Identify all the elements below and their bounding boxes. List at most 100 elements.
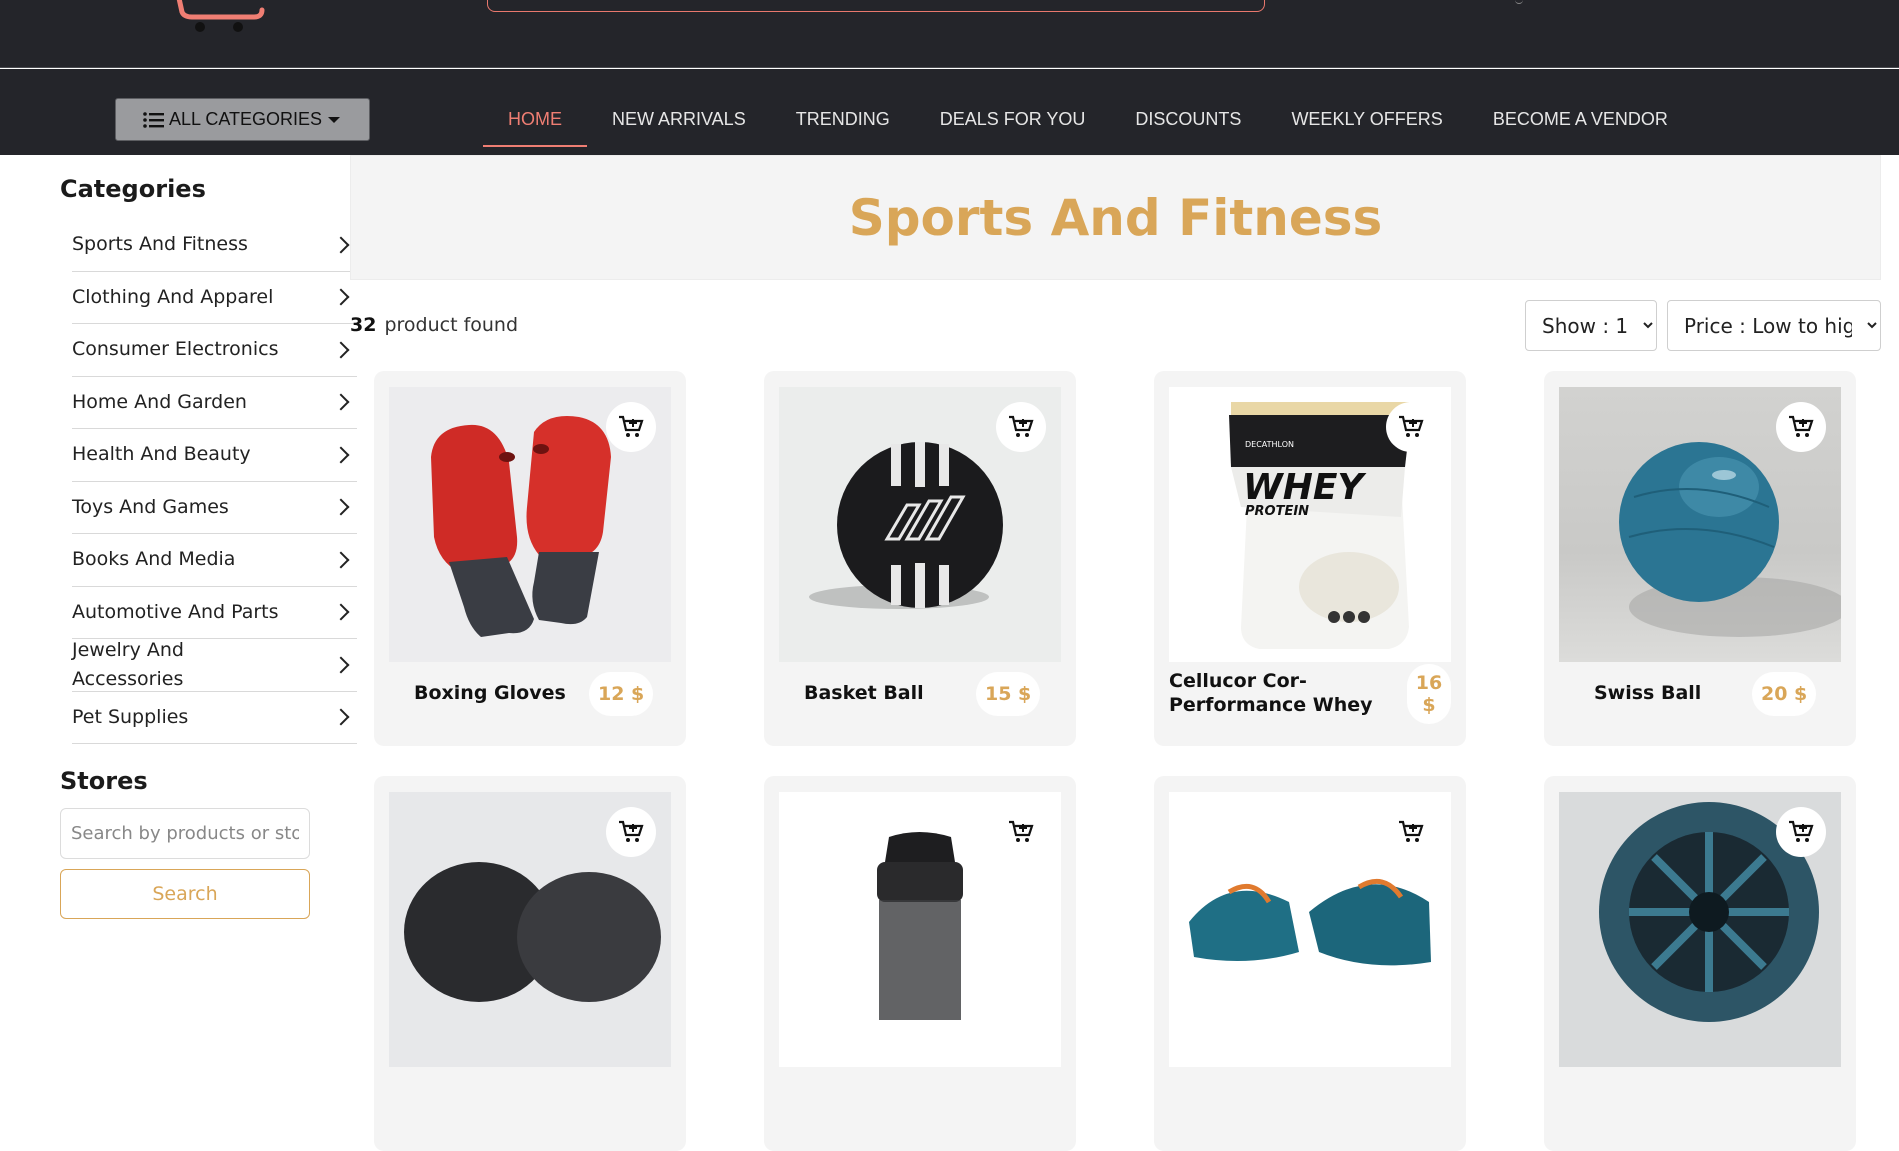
category-label: Home And Garden [72, 390, 247, 413]
chevron-right-icon [332, 393, 350, 411]
category-item-pet-supplies[interactable]: Pet Supplies [72, 692, 357, 744]
category-item-home-and-garden[interactable]: Home And Garden [72, 377, 357, 429]
top-header [0, 0, 1899, 68]
nav-link-discounts[interactable]: DISCOUNTS [1110, 98, 1266, 141]
chevron-right-icon [332, 341, 350, 359]
add-to-cart-icon [1009, 415, 1034, 437]
all-categories-label: ALL CATEGORIES [168, 109, 323, 129]
add-to-cart-button[interactable] [996, 807, 1046, 857]
cart-logo-icon[interactable] [170, 0, 280, 38]
product-price: 12 $ [589, 672, 654, 716]
product-card[interactable]: Boxing Gloves 12 $ [374, 371, 686, 746]
category-item-toys-and-games[interactable]: Toys And Games [72, 482, 357, 534]
product-price: 16 $ [1407, 664, 1451, 724]
product-count-number: 32 [350, 314, 377, 336]
add-to-cart-icon [1399, 820, 1424, 842]
category-label: Jewelry And Accessories [72, 638, 184, 690]
header-search-bar[interactable] [487, 0, 1265, 12]
add-to-cart-button[interactable] [1386, 402, 1436, 452]
nav-link-weekly-offers[interactable]: WEEKLY OFFERS [1266, 98, 1467, 141]
add-to-cart-button[interactable] [606, 807, 656, 857]
category-label: Automotive And Parts [72, 600, 279, 623]
category-label: Pet Supplies [72, 705, 189, 728]
store-search-button[interactable]: Search [60, 869, 310, 919]
all-categories-button[interactable]: ALL CATEGORIES [115, 98, 370, 141]
category-label: Toys And Games [72, 495, 229, 518]
product-image-whey-protein-bag[interactable]: DECATHLON WHEY PROTEIN [1169, 387, 1451, 662]
show-per-page-select[interactable]: Show : 10 [1525, 300, 1657, 351]
category-banner: Sports And Fitness [350, 155, 1881, 280]
product-image-focus-pads[interactable] [389, 792, 671, 1067]
category-label: Books And Media [72, 548, 236, 571]
nav-link-deals-for-you[interactable]: DEALS FOR YOU [915, 98, 1111, 141]
category-item-health-and-beauty[interactable]: Health And Beauty [72, 429, 357, 482]
category-label: Health And Beauty [72, 443, 251, 466]
add-to-cart-icon [1009, 820, 1034, 842]
nav-link-new-arrivals[interactable]: NEW ARRIVALS [587, 98, 771, 141]
sort-price-select[interactable]: Price : Low to high [1667, 300, 1881, 351]
add-to-cart-icon [619, 415, 644, 437]
store-search-input[interactable] [60, 808, 310, 859]
whey-bag-brand: WHEY [1243, 467, 1367, 508]
category-label: Sports And Fitness [72, 233, 248, 256]
categories-heading: Categories [60, 175, 206, 203]
header-user-icon[interactable] [1515, 0, 1523, 4]
product-image-basketball[interactable] [779, 387, 1061, 662]
chevron-right-icon [332, 446, 350, 464]
product-card[interactable] [1544, 776, 1856, 1151]
nav-links: HOME NEW ARRIVALS TRENDING DEALS FOR YOU… [483, 98, 1693, 147]
chevron-right-icon [332, 288, 350, 306]
category-item-jewelry-and-accessories[interactable]: Jewelry And Accessories [72, 639, 357, 692]
product-card[interactable] [1154, 776, 1466, 1151]
list-icon [143, 111, 164, 128]
category-item-automotive-and-parts[interactable]: Automotive And Parts [72, 587, 357, 639]
chevron-right-icon [332, 498, 350, 516]
add-to-cart-button[interactable] [1386, 807, 1436, 857]
add-to-cart-button[interactable] [1776, 402, 1826, 452]
add-to-cart-icon [1399, 415, 1424, 437]
product-name[interactable]: Cellucor Cor-Performance Whey [1169, 669, 1404, 717]
chevron-right-icon [332, 551, 350, 569]
chevron-right-icon [332, 236, 350, 254]
product-image-shaker-bottle[interactable] [779, 792, 1061, 1067]
add-to-cart-button[interactable] [996, 402, 1046, 452]
nav-link-home[interactable]: HOME [483, 98, 587, 147]
product-card[interactable]: Swiss Ball 20 $ [1544, 371, 1856, 746]
product-image-boxing-gloves[interactable] [389, 387, 671, 662]
page-title: Sports And Fitness [848, 188, 1383, 247]
nav-link-trending[interactable]: TRENDING [771, 98, 915, 141]
chevron-right-icon [332, 708, 350, 726]
add-to-cart-button[interactable] [606, 402, 656, 452]
product-image-ankle-weights[interactable] [1169, 792, 1451, 1067]
product-name[interactable]: Basket Ball [804, 681, 994, 705]
caret-down-icon [328, 116, 341, 123]
product-image-swiss-ball[interactable] [1559, 387, 1841, 662]
category-item-books-and-media[interactable]: Books And Media [72, 534, 357, 587]
product-card[interactable] [374, 776, 686, 1151]
product-count-text: product found [384, 314, 519, 336]
add-to-cart-icon [1789, 415, 1814, 437]
add-to-cart-button[interactable] [1776, 807, 1826, 857]
add-to-cart-icon [1789, 820, 1814, 842]
product-card[interactable]: DECATHLON WHEY PROTEIN Cellucor Cor-Perf… [1154, 371, 1466, 746]
nav-link-become-a-vendor[interactable]: BECOME A VENDOR [1468, 98, 1693, 141]
product-card[interactable]: Basket Ball 15 $ [764, 371, 1076, 746]
product-card[interactable] [764, 776, 1076, 1151]
category-item-sports-and-fitness[interactable]: Sports And Fitness [72, 219, 357, 272]
product-name[interactable]: Boxing Gloves [414, 681, 604, 705]
stores-heading: Stores [60, 767, 148, 795]
category-label: Clothing And Apparel [72, 285, 274, 308]
chevron-right-icon [332, 603, 350, 621]
whey-bag-sub: PROTEIN [1245, 504, 1309, 519]
main-navbar: ALL CATEGORIES HOME NEW ARRIVALS TRENDIN… [0, 69, 1899, 155]
product-count: 32 product found [350, 314, 518, 336]
category-item-clothing-and-apparel[interactable]: Clothing And Apparel [72, 272, 357, 324]
product-price: 20 $ [1752, 672, 1817, 716]
chevron-right-icon [332, 656, 350, 674]
category-list: Sports And Fitness Clothing And Apparel … [72, 219, 357, 744]
category-item-consumer-electronics[interactable]: Consumer Electronics [72, 324, 357, 377]
category-label: Consumer Electronics [72, 338, 279, 361]
whey-bag-maker: DECATHLON [1245, 440, 1294, 449]
product-price: 15 $ [976, 672, 1041, 716]
product-image-ab-roller[interactable] [1559, 792, 1841, 1067]
